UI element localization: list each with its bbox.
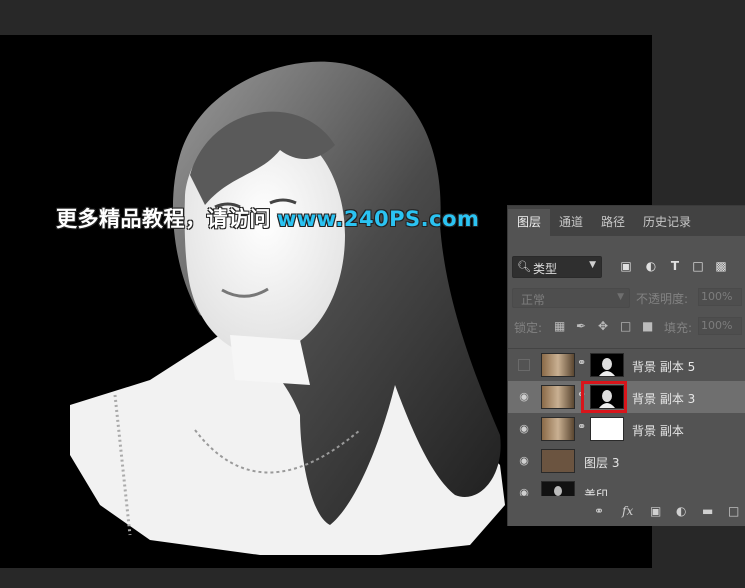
layer-mask-thumbnail[interactable] — [590, 353, 624, 377]
smart-object-filter-icon[interactable]: ▩ — [713, 258, 729, 274]
chain-link-icon: ⚭ — [577, 420, 587, 433]
eye-icon[interactable]: ◉ — [517, 454, 531, 468]
layer-thumbnail — [541, 481, 575, 497]
watermark-url: www.240PS.com — [277, 207, 480, 231]
lock-label: 锁定: — [514, 321, 543, 335]
tab-channels[interactable]: 通道 — [550, 209, 592, 236]
lock-image-icon[interactable]: ✒ — [576, 319, 586, 333]
layer-row[interactable]: ◉ ⚭ 背景 副本 — [508, 413, 745, 445]
layers-panel: 图层 通道 路径 历史记录 🔍︎ 类型 ▼ ▣ ◐ T □ ▩ 正常 ▼ 不透明… — [507, 205, 745, 526]
chain-link-icon: ⚭ — [577, 356, 587, 369]
tab-layers[interactable]: 图层 — [508, 209, 551, 236]
layer-thumbnail — [541, 385, 575, 409]
mask-selection-highlight — [581, 381, 627, 413]
blend-mode-select[interactable]: 正常 ▼ — [512, 288, 630, 308]
watermark: 更多精品教程，请访问 www.240PS.com — [56, 203, 479, 233]
fill-input[interactable]: 100% — [698, 317, 742, 335]
layer-name: 图层 3 — [584, 456, 620, 470]
blend-mode-value: 正常 — [521, 293, 546, 307]
layer-name: 背景 副本 — [632, 424, 684, 438]
chevron-down-icon: ▼ — [617, 292, 624, 302]
layers-list: ⚭ 背景 副本 5 ◉ ⚭ 背景 副本 3 ◉ ⚭ 背景 副本 ◉ 图层 3 ◉… — [508, 348, 745, 497]
lock-artboard-icon[interactable]: □ — [620, 319, 631, 333]
fx-icon[interactable]: fx — [622, 504, 633, 518]
opacity-label: 不透明度: — [636, 292, 689, 306]
lock-transparent-icon[interactable]: ▦ — [554, 319, 565, 333]
add-mask-icon[interactable]: ▣ — [650, 504, 661, 518]
filter-row: 🔍︎ 类型 ▼ ▣ ◐ T □ ▩ — [508, 256, 745, 280]
opacity-input[interactable]: 100% — [698, 288, 742, 306]
tab-history[interactable]: 历史记录 — [634, 209, 700, 236]
tab-paths[interactable]: 路径 — [592, 209, 634, 236]
blend-row: 正常 ▼ 不透明度: 100% — [508, 288, 745, 310]
layer-thumbnail — [541, 449, 575, 473]
adjustment-layer-icon[interactable]: ◐ — [676, 504, 686, 518]
layer-name: 背景 副本 3 — [632, 392, 696, 406]
shape-filter-icon[interactable]: □ — [690, 258, 706, 274]
filter-kind-select[interactable]: 🔍︎ 类型 ▼ — [512, 256, 602, 278]
watermark-text: 更多精品教程，请访问 — [56, 207, 271, 231]
pixel-filter-icon[interactable]: ▣ — [618, 258, 634, 274]
eye-icon[interactable]: ◉ — [517, 390, 531, 404]
filter-kind-label: 类型 — [533, 262, 558, 276]
adjustment-filter-icon[interactable]: ◐ — [643, 258, 659, 274]
lock-all-icon[interactable]: ■ — [642, 319, 653, 333]
layer-row[interactable]: ⚭ 背景 副本 5 — [508, 349, 745, 381]
layer-thumbnail — [541, 417, 575, 441]
layer-thumbnail — [541, 353, 575, 377]
layer-row[interactable]: ◉ 图层 3 — [508, 445, 745, 477]
folder-icon[interactable]: ▬ — [702, 504, 713, 518]
lock-position-icon[interactable]: ✥ — [598, 319, 608, 333]
type-filter-icon[interactable]: T — [667, 258, 683, 274]
layer-mask-thumbnail[interactable] — [590, 417, 624, 441]
layer-row[interactable]: ◉ 盖印 — [508, 477, 745, 497]
chevron-down-icon: ▼ — [589, 260, 596, 270]
panel-footer: ⚭ fx ▣ ◐ ▬ □ — [508, 496, 745, 526]
fill-label: 填充: — [664, 321, 693, 335]
link-layers-icon[interactable]: ⚭ — [594, 504, 604, 518]
eye-icon[interactable]: ◉ — [517, 422, 531, 436]
layer-row-selected[interactable]: ◉ ⚭ 背景 副本 3 — [508, 381, 745, 413]
panel-tabs: 图层 通道 路径 历史记录 — [508, 206, 745, 236]
layer-name: 背景 副本 5 — [632, 360, 696, 374]
new-layer-icon[interactable]: □ — [728, 504, 739, 518]
search-icon: 🔍︎ — [517, 260, 531, 273]
visibility-toggle[interactable] — [518, 359, 530, 371]
lock-row: 锁定: ▦ ✒ ✥ □ ■ 填充: 100% — [508, 317, 745, 339]
